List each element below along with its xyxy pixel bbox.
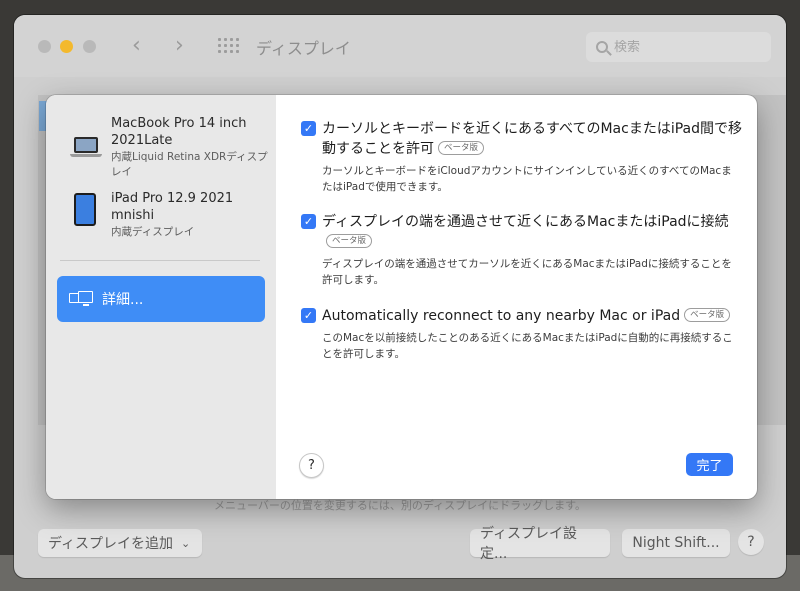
option-checkbox[interactable]: ✓ bbox=[301, 121, 316, 136]
window-title: ディスプレイ bbox=[256, 39, 351, 58]
window-help-button[interactable]: ? bbox=[738, 529, 764, 555]
device-name: MacBook Pro 14 inch 2021Late bbox=[111, 116, 247, 148]
titlebar: ‹ › ディスプレイ bbox=[14, 15, 786, 77]
ipad-icon bbox=[74, 193, 96, 226]
advanced-sheet: MacBook Pro 14 inch 2021Late 内蔵Liquid Re… bbox=[46, 95, 757, 499]
close-button[interactable] bbox=[38, 40, 51, 53]
device-subtitle: 内蔵Liquid Retina XDRディスプレイ bbox=[111, 151, 268, 178]
beta-badge: ベータ版 bbox=[326, 234, 373, 248]
add-display-label: ディスプレイを追加 bbox=[48, 536, 174, 552]
option-checkbox[interactable]: ✓ bbox=[301, 308, 316, 323]
help-button[interactable]: ? bbox=[299, 453, 324, 478]
chevron-down-icon: ⌄ bbox=[181, 536, 191, 550]
laptop-icon bbox=[70, 137, 102, 161]
device-name: iPad Pro 12.9 2021 mnishi bbox=[111, 191, 234, 223]
option-title: カーソルとキーボードを近くにあるすべてのMacまたはiPad間で移動することを許… bbox=[322, 119, 742, 159]
beta-badge: ベータ版 bbox=[438, 141, 485, 155]
device-subtitle: 内蔵ディスプレイ bbox=[111, 226, 195, 238]
sidebar-item-label: 詳細... bbox=[102, 292, 144, 308]
night-shift-button[interactable]: Night Shift... bbox=[622, 529, 730, 557]
option-title-text: カーソルとキーボードを近くにあるすべてのMacまたはiPad間で移動することを許… bbox=[322, 121, 742, 157]
search-icon bbox=[596, 41, 608, 53]
zoom-button[interactable] bbox=[83, 40, 96, 53]
option-title: ディスプレイの端を通過させて近くにあるMacまたはiPadに接続ベータ版 bbox=[322, 212, 742, 252]
option-title-text: Automatically reconnect to any nearby Ma… bbox=[322, 308, 681, 324]
sidebar-divider bbox=[60, 260, 260, 261]
display-settings-button[interactable]: ディスプレイ設定... bbox=[470, 526, 610, 562]
add-display-popup[interactable]: ディスプレイを追加 ⌄ bbox=[38, 529, 202, 557]
search-input[interactable] bbox=[614, 39, 754, 55]
sidebar-item-advanced[interactable]: 詳細... bbox=[57, 276, 265, 322]
minimize-button[interactable] bbox=[60, 40, 73, 53]
displays-icon bbox=[69, 291, 93, 307]
arrangement-hint: メニューバーの位置を変更するには、別のディスプレイにドラッグします。 bbox=[213, 499, 587, 512]
sidebar: MacBook Pro 14 inch 2021Late 内蔵Liquid Re… bbox=[46, 95, 276, 499]
search-field[interactable] bbox=[586, 32, 771, 62]
option-title-text: ディスプレイの端を通過させて近くにあるMacまたはiPadに接続 bbox=[322, 214, 729, 230]
options-panel: ✓ カーソルとキーボードを近くにあるすべてのMacまたはiPad間で移動すること… bbox=[276, 95, 757, 499]
option-description: このMacを以前接続したことのある近くにあるMacまたはiPadに自動的に再接続… bbox=[322, 332, 733, 360]
option-description: カーソルとキーボードをiCloudアカウントにサインインしている近くのすべてのM… bbox=[322, 165, 732, 193]
beta-badge: ベータ版 bbox=[684, 308, 731, 322]
chevron-left-icon[interactable]: ‹ bbox=[132, 33, 141, 58]
show-all-grid-icon[interactable] bbox=[218, 38, 239, 54]
done-button[interactable]: 完了 bbox=[686, 453, 733, 476]
chevron-right-icon[interactable]: › bbox=[175, 33, 184, 58]
option-title: Automatically reconnect to any nearby Ma… bbox=[322, 306, 742, 326]
option-description: ディスプレイの端を通過させてカーソルを近くにあるMacまたはiPadに接続するこ… bbox=[322, 258, 732, 286]
option-checkbox[interactable]: ✓ bbox=[301, 214, 316, 229]
